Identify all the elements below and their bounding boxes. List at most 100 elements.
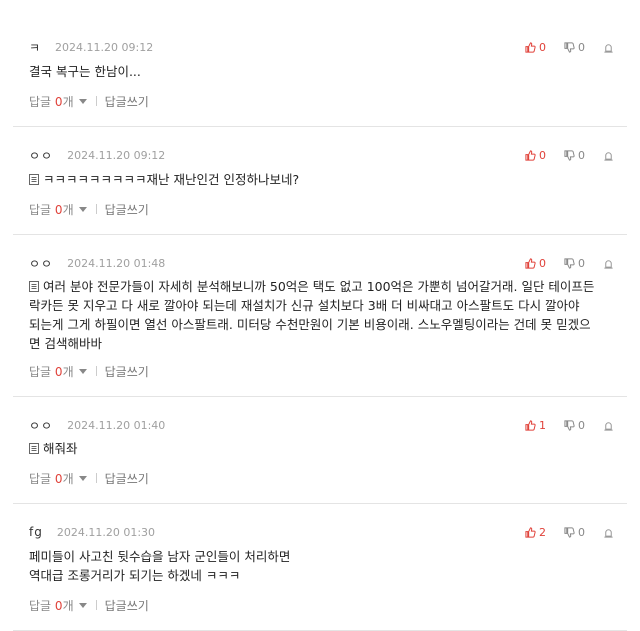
dislike-button[interactable]: 0 xyxy=(564,257,585,270)
dislike-count: 0 xyxy=(578,256,585,270)
siren-icon xyxy=(604,421,613,431)
chevron-down-icon[interactable] xyxy=(78,368,87,374)
dislike-button[interactable]: 0 xyxy=(564,419,585,432)
comment-author[interactable]: ㅇㅇ xyxy=(29,147,53,164)
comment-author[interactable]: ㅇㅇ xyxy=(29,255,53,272)
divider xyxy=(95,600,97,610)
reply-label: 답글 xyxy=(29,471,52,486)
reply-label: 답글 xyxy=(29,202,52,217)
like-count: 0 xyxy=(539,40,546,54)
chevron-down-icon[interactable] xyxy=(78,602,87,608)
chevron-down-icon[interactable] xyxy=(78,475,87,481)
comment-date: 2024.11.20 09:12 xyxy=(67,148,166,162)
thumbs-up-icon xyxy=(525,419,536,431)
reply-label: 답글 xyxy=(29,364,52,379)
chevron-down-icon[interactable] xyxy=(78,98,87,104)
write-reply-button[interactable]: 답글쓰기 xyxy=(105,363,149,380)
comment-text-line: 페미들이 사고친 뒷수습을 남자 군인들이 처리하면 xyxy=(29,549,291,564)
reply-label: 답글 xyxy=(29,598,52,613)
reply-count: 0 xyxy=(54,94,63,109)
dislike-button[interactable]: 0 xyxy=(564,41,585,54)
comment-actions: 0 0 xyxy=(525,38,617,56)
comment-text-line: 결국 복구는 한남이... xyxy=(29,64,141,79)
like-button[interactable]: 0 xyxy=(525,257,546,270)
dislike-count: 0 xyxy=(578,525,585,539)
comment-meta: ㅇㅇ 2024.11.20 01:48 xyxy=(29,254,165,272)
dislike-button[interactable]: 0 xyxy=(564,526,585,539)
divider xyxy=(95,96,97,106)
comment-body: 페미들이 사고친 뒷수습을 남자 군인들이 처리하면 역대급 조롱거리가 되기는… xyxy=(29,547,617,585)
reply-toggle[interactable]: 답글 0개 xyxy=(29,201,74,218)
like-button[interactable]: 0 xyxy=(525,41,546,54)
comment-actions: 0 0 xyxy=(525,254,617,272)
divider xyxy=(95,366,97,376)
comment-footer: 답글 0개 답글쓰기 xyxy=(29,201,149,217)
report-button[interactable] xyxy=(603,420,617,431)
report-button[interactable] xyxy=(603,258,617,269)
divider xyxy=(95,204,97,214)
write-reply-button[interactable]: 답글쓰기 xyxy=(105,93,149,110)
comment-actions: 2 0 xyxy=(525,523,617,541)
reply-count: 0 xyxy=(54,598,63,613)
like-button[interactable]: 1 xyxy=(525,419,546,432)
comment-footer: 답글 0개 답글쓰기 xyxy=(29,470,149,486)
reply-unit: 개 xyxy=(62,364,74,379)
comment-date: 2024.11.20 01:48 xyxy=(67,256,166,270)
thumbs-down-icon xyxy=(564,419,575,431)
reply-count: 0 xyxy=(54,202,63,217)
comment-footer: 답글 0개 답글쓰기 xyxy=(29,363,149,379)
reply-toggle[interactable]: 답글 0개 xyxy=(29,470,74,487)
comment-item: ㅇㅇ 2024.11.20 01:48 0 0 여러 분야 전문가들이 자세히 … xyxy=(13,235,627,397)
comment-date: 2024.11.20 09:12 xyxy=(55,40,154,54)
comment-date: 2024.11.20 01:40 xyxy=(67,418,166,432)
report-button[interactable] xyxy=(603,527,617,538)
comment-text-line: 면 검색해바바 xyxy=(29,336,102,351)
siren-icon xyxy=(604,43,613,53)
comment-footer: 답글 0개 답글쓰기 xyxy=(29,93,149,109)
thumbs-down-icon xyxy=(564,149,575,161)
comment-meta: ㅇㅇ 2024.11.20 01:40 xyxy=(29,416,165,434)
divider xyxy=(95,473,97,483)
reply-toggle[interactable]: 답글 0개 xyxy=(29,597,74,614)
comment-item: ㅋ 2024.11.20 09:12 0 0 결국 복구는 한남이... 답글 … xyxy=(13,0,627,127)
comment-meta: fg 2024.11.20 01:30 xyxy=(29,523,155,541)
dislike-button[interactable]: 0 xyxy=(564,149,585,162)
comment-text-line: 되는게 그게 하필이면 열선 아스팔트래. 미터당 수천만원이 기본 비용이래.… xyxy=(29,317,591,332)
comment-meta: ㅋ 2024.11.20 09:12 xyxy=(29,38,153,56)
thumbs-up-icon xyxy=(525,41,536,53)
report-button[interactable] xyxy=(603,150,617,161)
chevron-down-icon[interactable] xyxy=(78,206,87,212)
write-reply-button[interactable]: 답글쓰기 xyxy=(105,470,149,487)
reply-unit: 개 xyxy=(62,202,74,217)
reply-toggle[interactable]: 답글 0개 xyxy=(29,363,74,380)
write-reply-button[interactable]: 답글쓰기 xyxy=(105,597,149,614)
write-reply-button[interactable]: 답글쓰기 xyxy=(105,201,149,218)
reply-unit: 개 xyxy=(62,94,74,109)
reply-toggle[interactable]: 답글 0개 xyxy=(29,93,74,110)
dislike-count: 0 xyxy=(578,148,585,162)
comment-item: ㅇㅇ 2024.11.20 01:40 1 0 해줘좌 답글 0개 답글쓰기 xyxy=(13,397,627,504)
comment-body: 여러 분야 전문가들이 자세히 분석해보니까 50억은 택도 없고 100억은 … xyxy=(29,277,617,353)
thumbs-down-icon xyxy=(564,257,575,269)
comment-author[interactable]: fg xyxy=(29,525,43,539)
like-count: 0 xyxy=(539,256,546,270)
memo-icon xyxy=(29,174,39,185)
comment-item: ㅇㅇ 2024.11.20 09:12 0 0 ㅋㅋㅋㅋㅋㅋㅋㅋㅋ재난 재난인건… xyxy=(13,127,627,235)
reply-unit: 개 xyxy=(62,598,74,613)
comment-author[interactable]: ㅋ xyxy=(29,39,41,56)
comment-author[interactable]: ㅇㅇ xyxy=(29,417,53,434)
siren-icon xyxy=(604,259,613,269)
like-count: 1 xyxy=(539,418,546,432)
siren-icon xyxy=(604,528,613,538)
memo-icon xyxy=(29,281,39,292)
comment-body: 해줘좌 xyxy=(29,439,617,458)
like-button[interactable]: 0 xyxy=(525,149,546,162)
like-button[interactable]: 2 xyxy=(525,526,546,539)
comment-meta: ㅇㅇ 2024.11.20 09:12 xyxy=(29,146,165,164)
reply-unit: 개 xyxy=(62,471,74,486)
comment-text-line: 락카든 못 지우고 다 새로 깔아야 되는데 재설치가 신규 설치보다 3배 더… xyxy=(29,298,580,313)
comment-body: 결국 복구는 한남이... xyxy=(29,62,617,81)
thumbs-up-icon xyxy=(525,526,536,538)
reply-count: 0 xyxy=(54,471,63,486)
report-button[interactable] xyxy=(603,42,617,53)
